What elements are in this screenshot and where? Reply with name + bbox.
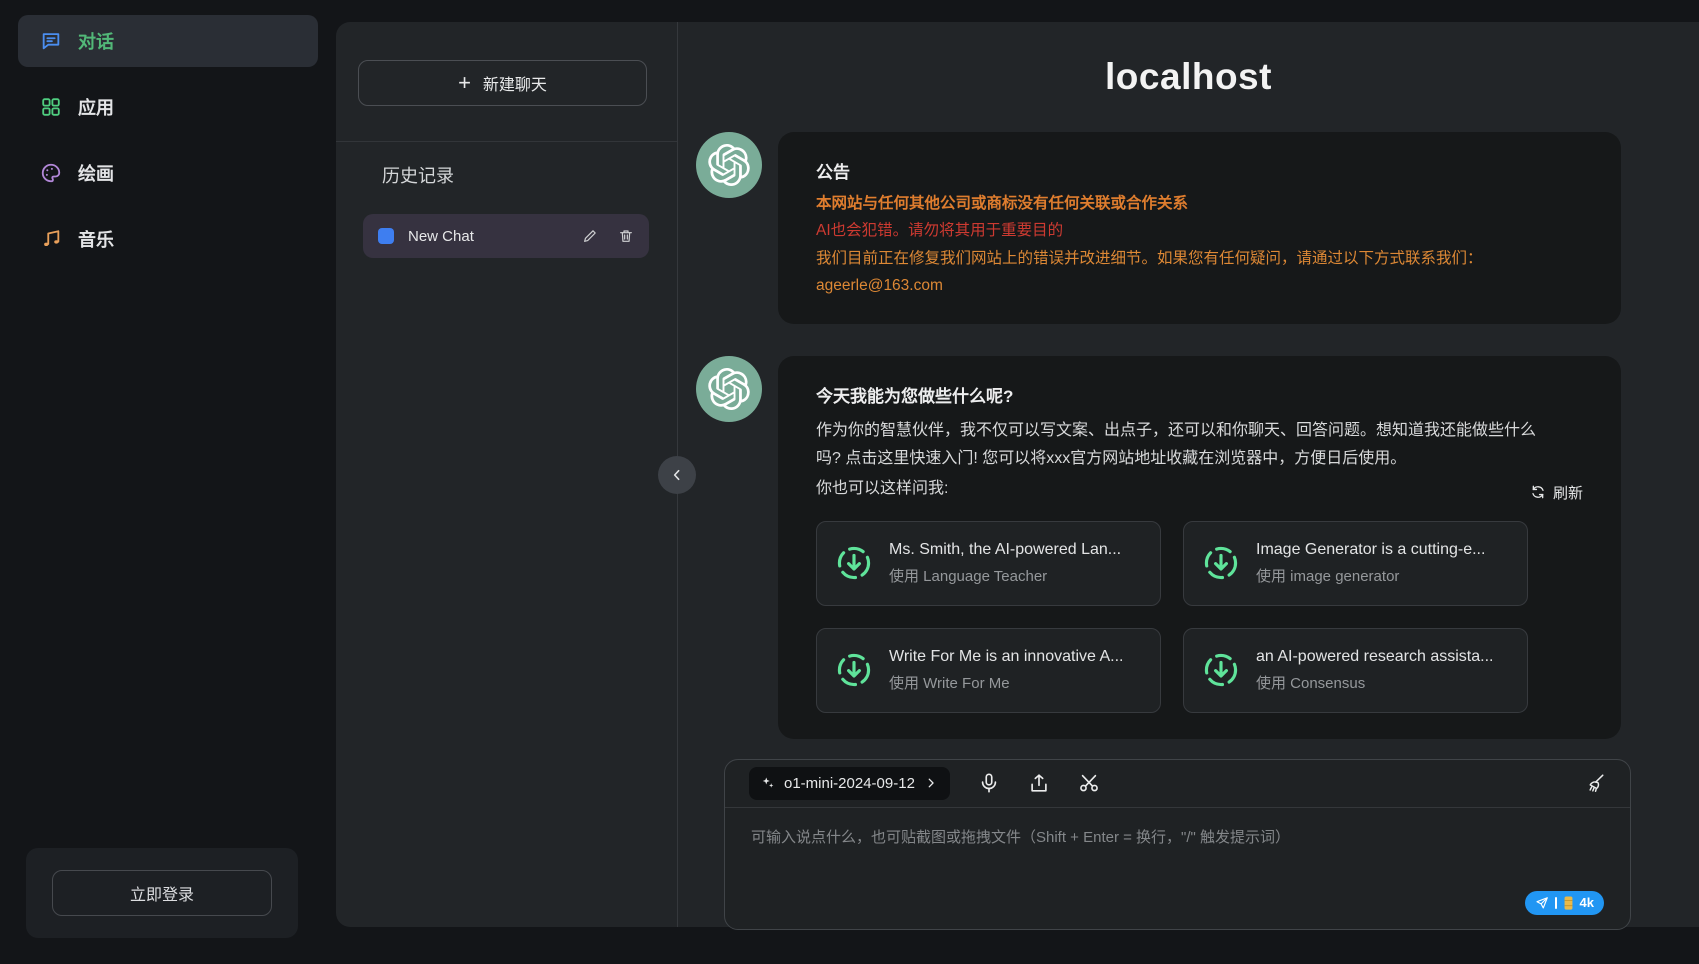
upload-icon [1028, 772, 1050, 794]
plus-icon: + [458, 72, 471, 94]
login-button[interactable]: 立即登录 [52, 870, 272, 916]
screenshot-button[interactable] [1078, 772, 1100, 794]
suggestion-text: Ms. Smith, the AI-powered Lan... 使用 Lang… [889, 541, 1121, 586]
chat-title: New Chat [408, 228, 568, 245]
badge-separator [1555, 897, 1557, 909]
suggestion-title: Ms. Smith, the AI-powered Lan... [889, 541, 1121, 559]
suggestion-subtitle: 使用 Consensus [1256, 672, 1493, 693]
suggestion-subtitle: 使用 Language Teacher [889, 565, 1121, 586]
hint-row: 你也可以这样问我: 刷新 [816, 475, 1583, 503]
openai-logo-icon [708, 144, 750, 186]
welcome-body: 作为你的智慧伙伴，我不仅可以写文案、出点子，还可以和你聊天、回答问题。想知道我还… [816, 417, 1536, 473]
suggestion-text: an AI-powered research assista... 使用 Con… [1256, 648, 1493, 693]
welcome-bubble: 今天我能为您做些什么呢? 作为你的智慧伙伴，我不仅可以写文案、出点子，还可以和你… [778, 356, 1621, 739]
clear-context-button[interactable] [1584, 772, 1606, 794]
broom-icon [1584, 772, 1606, 794]
chat-main: localhost 公告 本网站与任何其他公司或商标没有任何关联或合作关系 AI… [678, 22, 1699, 927]
announcement-warning: AI也会犯错。请勿将其用于重要目的 [816, 220, 1583, 242]
suggestion-card[interactable]: Ms. Smith, the AI-powered Lan... 使用 Lang… [816, 521, 1161, 606]
circle-arrow-down-icon [835, 651, 873, 689]
sidebar-nav: 对话 应用 绘画 音乐 [0, 0, 336, 280]
chat-history-list: New Chat [336, 214, 677, 258]
announcement-message: 公告 本网站与任何其他公司或商标没有任何关联或合作关系 AI也会犯错。请勿将其用… [696, 132, 1621, 324]
suggestion-subtitle: 使用 Write For Me [889, 672, 1123, 693]
sidebar-item-label: 对话 [78, 28, 114, 54]
suggestion-card[interactable]: Write For Me is an innovative A... 使用 Wr… [816, 628, 1161, 713]
sidebar-item-apps[interactable]: 应用 [18, 81, 318, 133]
assistant-avatar [696, 132, 762, 198]
collapse-sidebar-button[interactable] [658, 456, 696, 494]
sidebar: 对话 应用 绘画 音乐 立即登录 [0, 0, 336, 964]
sidebar-item-label: 应用 [78, 94, 114, 120]
sidebar-item-label: 绘画 [78, 160, 114, 186]
token-limit-label: 4k [1580, 895, 1594, 910]
history-heading: 历史记录 [382, 162, 677, 188]
send-button[interactable]: 4k [1525, 891, 1604, 915]
suggestion-text: Write For Me is an innovative A... 使用 Wr… [889, 648, 1123, 693]
model-name: o1-mini-2024-09-12 [784, 775, 915, 792]
ask-hint: 你也可以这样问我: [816, 475, 948, 503]
music-note-icon [40, 228, 62, 250]
circle-arrow-down-icon [1202, 651, 1240, 689]
suggestion-card[interactable]: Image Generator is a cutting-e... 使用 ima… [1183, 521, 1528, 606]
new-chat-label: 新建聊天 [483, 71, 547, 95]
paper-plane-icon [1535, 896, 1549, 910]
chat-history-item[interactable]: New Chat [363, 214, 649, 258]
suggestion-cards: Ms. Smith, the AI-powered Lan... 使用 Lang… [816, 521, 1583, 713]
sparkle-icon [761, 776, 775, 790]
sidebar-item-chat[interactable]: 对话 [18, 15, 318, 67]
refresh-label: 刷新 [1553, 482, 1583, 503]
divider [336, 141, 677, 142]
page-title: localhost [678, 56, 1699, 98]
coin-icon [1563, 896, 1574, 910]
suggestion-subtitle: 使用 image generator [1256, 565, 1485, 586]
message-input[interactable] [751, 826, 1604, 890]
chevron-right-icon [924, 776, 938, 790]
welcome-heading: 今天我能为您做些什么呢? [816, 382, 1583, 407]
sidebar-item-label: 音乐 [78, 226, 114, 252]
announcement-bubble: 公告 本网站与任何其他公司或商标没有任何关联或合作关系 AI也会犯错。请勿将其用… [778, 132, 1621, 324]
scissors-icon [1078, 772, 1100, 794]
sidebar-item-music[interactable]: 音乐 [18, 213, 318, 265]
contact-email-link[interactable]: ageerle@163.com [816, 275, 1583, 297]
circle-arrow-down-icon [1202, 544, 1240, 582]
delete-chat-icon[interactable] [618, 228, 634, 244]
content-panel: + 新建聊天 历史记录 New Chat localhost [336, 22, 1699, 927]
announcement-disclaimer: 本网站与任何其他公司或商标没有任何关联或合作关系 [816, 193, 1583, 215]
new-chat-button[interactable]: + 新建聊天 [358, 60, 647, 106]
chat-list-panel: + 新建聊天 历史记录 New Chat [336, 22, 678, 927]
chevron-left-icon [669, 467, 685, 483]
circle-arrow-down-icon [835, 544, 873, 582]
message-list: 公告 本网站与任何其他公司或商标没有任何关联或合作关系 AI也会犯错。请勿将其用… [678, 98, 1699, 739]
upload-button[interactable] [1028, 772, 1050, 794]
suggestion-card[interactable]: an AI-powered research assista... 使用 Con… [1183, 628, 1528, 713]
refresh-icon [1530, 484, 1546, 500]
suggestion-title: Write For Me is an innovative A... [889, 648, 1123, 666]
composer-toolbar: o1-mini-2024-09-12 [725, 760, 1630, 808]
sidebar-item-draw[interactable]: 绘画 [18, 147, 318, 199]
microphone-icon [978, 772, 1000, 794]
composer-input-area [725, 808, 1630, 929]
announcement-heading: 公告 [816, 158, 1583, 183]
suggestion-title: an AI-powered research assista... [1256, 648, 1493, 666]
microphone-button[interactable] [978, 772, 1000, 794]
assistant-avatar [696, 356, 762, 422]
model-selector[interactable]: o1-mini-2024-09-12 [749, 767, 950, 800]
openai-logo-icon [708, 368, 750, 410]
welcome-message: 今天我能为您做些什么呢? 作为你的智慧伙伴，我不仅可以写文案、出点子，还可以和你… [696, 356, 1621, 739]
grid-icon [40, 96, 62, 118]
announcement-notice: 我们目前正在修复我们网站上的错误并改进细节。如果您有任何疑问，请通过以下方式联系… [816, 248, 1583, 270]
palette-icon [40, 162, 62, 184]
chat-bubble-icon [40, 30, 62, 52]
edit-chat-icon[interactable] [582, 228, 598, 244]
suggestion-text: Image Generator is a cutting-e... 使用 ima… [1256, 541, 1485, 586]
refresh-suggestions-button[interactable]: 刷新 [1530, 482, 1583, 503]
login-card: 立即登录 [26, 848, 298, 938]
composer: o1-mini-2024-09-12 [724, 759, 1631, 930]
suggestion-title: Image Generator is a cutting-e... [1256, 541, 1485, 559]
chat-color-swatch [378, 228, 394, 244]
